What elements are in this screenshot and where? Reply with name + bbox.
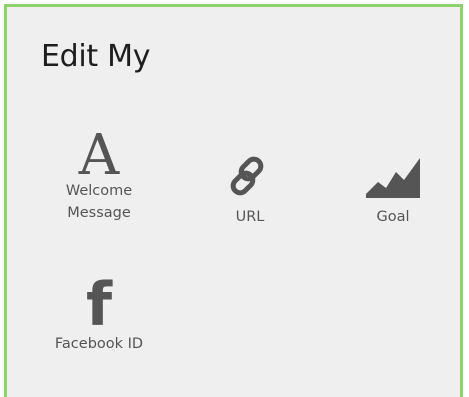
welcome-message-label: Welcome Message xyxy=(65,183,133,221)
facebook-id-label: Facebook ID xyxy=(54,336,144,352)
chart-area-icon xyxy=(364,154,422,200)
text-a-icon: A xyxy=(78,123,120,188)
welcome-message-tile[interactable]: A Welcome Message xyxy=(39,122,159,222)
goal-tile[interactable]: Goal xyxy=(333,122,453,225)
edit-my-panel: Edit My A Welcome Message URL Goal f Fac… xyxy=(4,4,463,397)
url-label: URL xyxy=(235,209,265,225)
facebook-id-tile[interactable]: f Facebook ID xyxy=(39,269,159,369)
facebook-icon: f xyxy=(85,270,113,340)
panel-title: Edit My xyxy=(41,39,151,74)
goal-label: Goal xyxy=(376,209,410,225)
link-icon xyxy=(228,154,272,198)
url-tile[interactable]: URL xyxy=(190,122,310,225)
